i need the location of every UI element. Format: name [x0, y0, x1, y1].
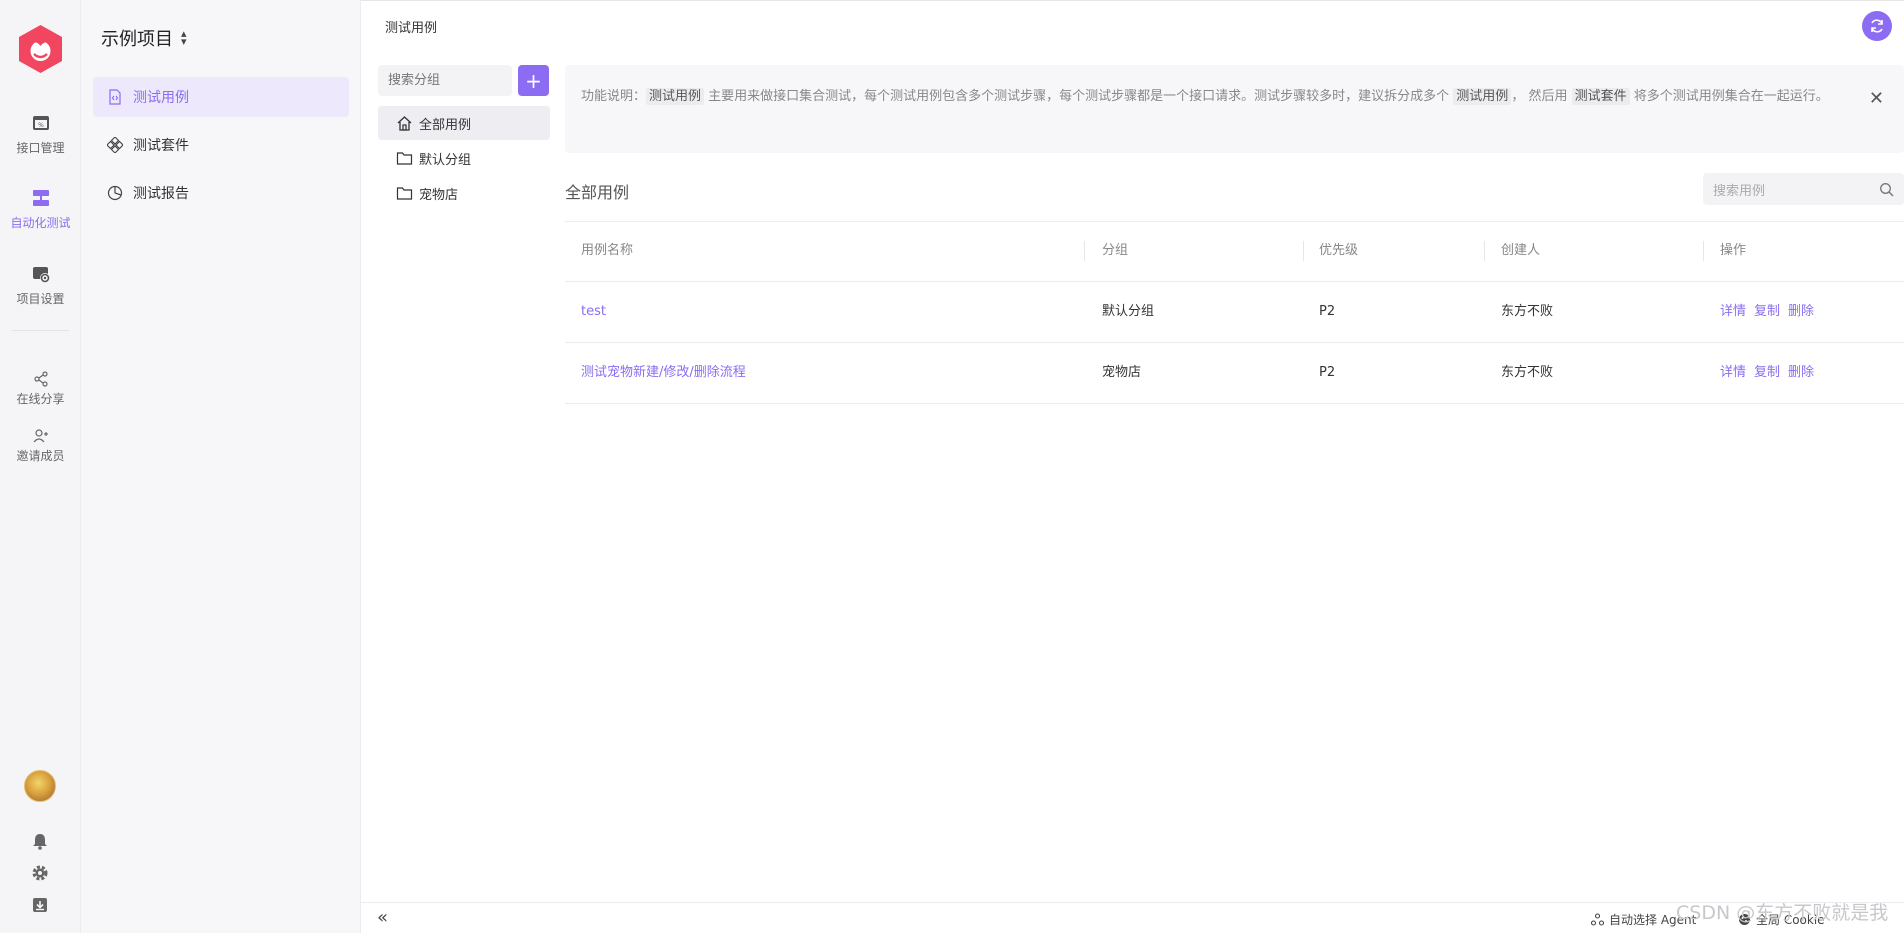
rail-label-invite: 邀请成员	[16, 449, 65, 463]
suite-icon	[107, 137, 123, 153]
svg-text:%: %	[38, 122, 44, 129]
chevron-up-down-icon: ▴ ▾	[181, 27, 187, 48]
search-icon	[1880, 182, 1894, 196]
invite-user-icon	[33, 429, 48, 443]
sidebar-item-test-suites[interactable]: 测试套件	[93, 125, 349, 165]
copy-link[interactable]: 复制	[1754, 365, 1780, 380]
app-logo-icon[interactable]	[17, 24, 64, 74]
pie-chart-icon	[107, 185, 123, 201]
bell-icon[interactable]	[30, 831, 50, 851]
sidebar-label-test-reports: 测试报告	[133, 186, 189, 202]
file-code-icon	[109, 89, 121, 105]
rail-item-automation[interactable]: 自动化测试	[0, 188, 81, 231]
bottom-status-bar: « 自动选择 Agent 全局 Cookie	[361, 902, 1904, 933]
column-separator	[1484, 241, 1485, 261]
notice-prefix: 功能说明：	[581, 89, 647, 104]
project-switcher[interactable]: 示例项目 ▴ ▾	[101, 25, 187, 51]
rail-label-automation: 自动化测试	[10, 216, 71, 230]
group-item-default[interactable]: 默认分组	[378, 141, 550, 175]
rail-label-api: 接口管理	[16, 141, 65, 155]
sidebar-item-test-reports[interactable]: 测试报告	[93, 173, 349, 213]
column-header-group: 分组	[1102, 243, 1129, 258]
rail-item-share[interactable]: 在线分享	[0, 371, 81, 407]
rail-divider	[12, 330, 69, 331]
group-label-petstore: 宠物店	[419, 187, 459, 203]
home-icon	[397, 115, 412, 131]
module-sidebar: 示例项目 ▴ ▾ 测试用例 测试套件 测试报告	[81, 0, 361, 933]
case-name-link[interactable]: test	[581, 282, 606, 342]
notice-text: ， 然后用	[1511, 89, 1572, 104]
case-name-link[interactable]: 测试宠物新建/修改/删除流程	[581, 343, 746, 403]
top-header: 测试用例	[361, 0, 1904, 50]
refresh-button[interactable]	[1862, 11, 1892, 41]
case-creator: 东方不败	[1501, 304, 1554, 319]
group-label-all: 全部用例	[419, 117, 472, 133]
notice-tag-test-suite: 测试套件	[1571, 88, 1630, 105]
folder-icon	[396, 151, 413, 165]
app-rail: % 接口管理 自动化测试 项目设置 在线分享 邀请成员	[0, 0, 81, 933]
case-creator: 东方不败	[1501, 365, 1554, 380]
rail-label-project-settings: 项目设置	[16, 292, 65, 306]
group-search-input[interactable]	[378, 65, 512, 96]
detail-link[interactable]: 详情	[1720, 304, 1746, 319]
sidebar-label-test-cases: 测试用例	[133, 90, 189, 106]
column-separator	[1084, 241, 1085, 261]
add-group-button[interactable]: +	[518, 65, 549, 96]
column-header-actions: 操作	[1720, 243, 1747, 258]
automation-icon	[32, 190, 49, 206]
case-actions: 详情 复制 删除	[1720, 282, 1822, 342]
copy-link[interactable]: 复制	[1754, 304, 1780, 319]
group-item-petstore[interactable]: 宠物店	[378, 176, 550, 210]
rail-item-api[interactable]: % 接口管理	[0, 113, 81, 156]
folder-icon	[396, 186, 413, 200]
case-priority: P2	[1319, 304, 1336, 319]
column-separator	[1703, 241, 1704, 261]
share-icon	[33, 371, 48, 387]
table-row: test 默认分组 P2 东方不败 详情 复制 删除	[565, 282, 1904, 343]
case-actions: 详情 复制 删除	[1720, 343, 1822, 403]
project-name: 示例项目	[101, 29, 173, 50]
table-row: 测试宠物新建/修改/删除流程 宠物店 P2 东方不败 详情 复制 删除	[565, 343, 1904, 404]
watermark: CSDN @东方不败就是我	[1676, 902, 1889, 924]
detail-link[interactable]: 详情	[1720, 365, 1746, 380]
group-label-default: 默认分组	[419, 152, 472, 168]
sidebar-label-test-suites: 测试套件	[133, 138, 189, 154]
case-group: 宠物店	[1102, 365, 1142, 380]
section-title: 全部用例	[565, 183, 630, 202]
api-icon: %	[32, 116, 49, 130]
user-avatar[interactable]	[24, 770, 56, 802]
breadcrumb: 测试用例	[385, 21, 438, 36]
delete-link[interactable]: 删除	[1788, 365, 1814, 380]
sidebar-item-test-cases[interactable]: 测试用例	[93, 77, 349, 117]
notice-text: 主要用来做接口集合测试，每个测试用例包含多个测试步骤，每个测试步骤都是一个接口请…	[704, 89, 1454, 104]
notice-tag-test-case: 测试用例	[646, 88, 705, 105]
rail-label-share: 在线分享	[16, 392, 65, 406]
column-separator	[1303, 241, 1304, 261]
notice-tag-test-case: 测试用例	[1453, 88, 1512, 105]
case-search-placeholder: 搜索用例	[1713, 183, 1766, 199]
collapse-sidebar-icon[interactable]: «	[377, 907, 388, 928]
agent-icon	[1591, 913, 1604, 926]
delete-link[interactable]: 删除	[1788, 304, 1814, 319]
settings-gear-icon	[32, 267, 50, 283]
gear-icon[interactable]	[30, 863, 50, 883]
column-header-name: 用例名称	[581, 243, 634, 258]
table-header-row: 用例名称 分组 优先级 创建人 操作	[565, 221, 1904, 282]
column-header-priority: 优先级	[1319, 243, 1359, 258]
column-header-creator: 创建人	[1501, 243, 1541, 258]
rail-item-invite[interactable]: 邀请成员	[0, 428, 81, 464]
case-priority: P2	[1319, 365, 1336, 380]
rail-item-project-settings[interactable]: 项目设置	[0, 264, 81, 307]
refresh-icon	[1871, 19, 1883, 33]
case-search-input[interactable]: 搜索用例	[1703, 173, 1904, 205]
feature-notice: 功能说明： 测试用例 主要用来做接口集合测试，每个测试用例包含多个测试步骤，每个测…	[565, 65, 1904, 153]
group-item-all[interactable]: 全部用例	[378, 106, 550, 140]
notice-text: 将多个测试用例集合在一起运行。	[1629, 89, 1829, 104]
close-icon[interactable]: ✕	[1869, 85, 1884, 113]
download-icon[interactable]	[30, 895, 50, 915]
case-group: 默认分组	[1102, 304, 1155, 319]
